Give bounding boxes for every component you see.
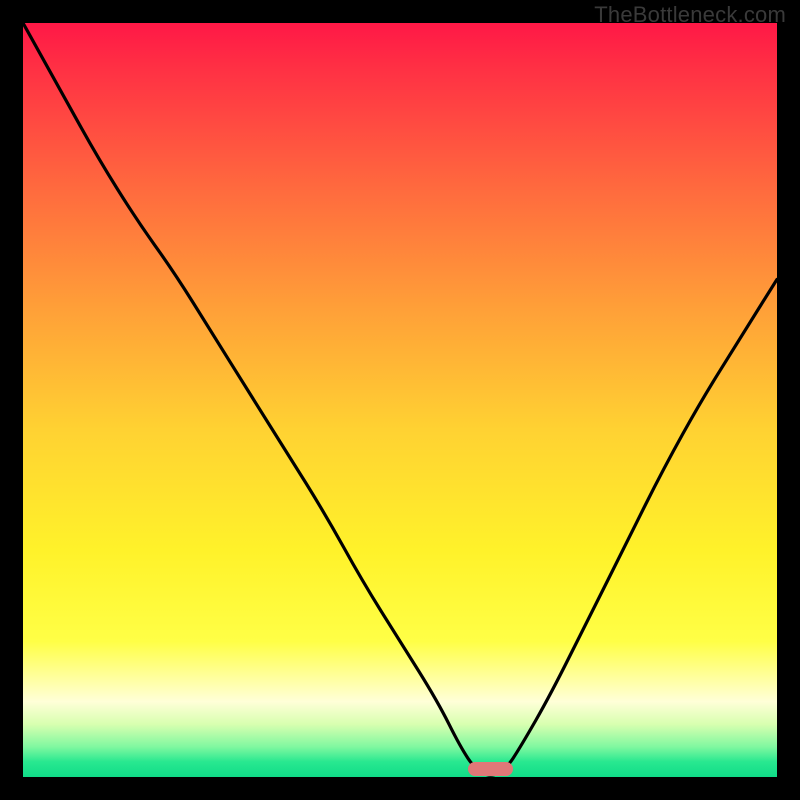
curve-svg [23, 23, 777, 777]
plot-area [23, 23, 777, 777]
chart-container: TheBottleneck.com [0, 0, 800, 800]
bottleneck-curve-path [23, 23, 777, 775]
watermark-text: TheBottleneck.com [594, 2, 786, 28]
optimum-marker [468, 762, 513, 776]
